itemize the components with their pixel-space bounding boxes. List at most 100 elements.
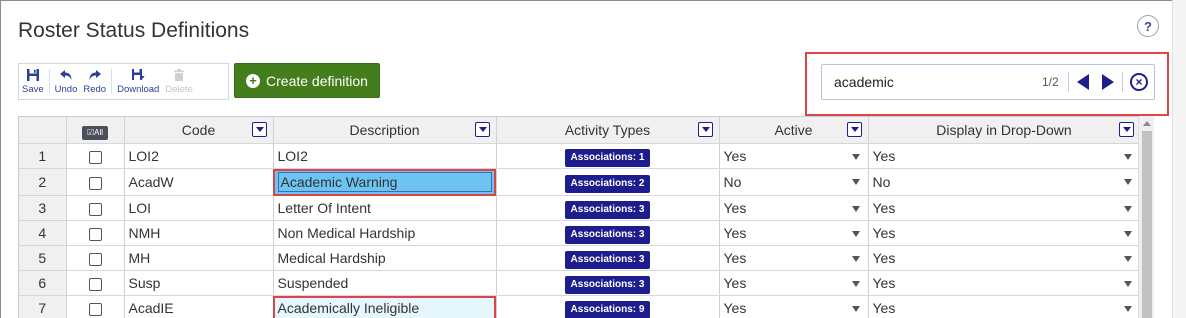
- description-cell[interactable]: Medical Hardship: [273, 245, 497, 271]
- active-select[interactable]: Yes: [719, 270, 869, 296]
- select-all-label: All: [94, 127, 104, 137]
- display-select[interactable]: No: [868, 168, 1141, 196]
- trash-icon: [174, 69, 185, 81]
- row-checkbox-cell: [66, 245, 125, 271]
- row-checkbox[interactable]: [88, 150, 102, 164]
- undo-label: Undo: [54, 84, 78, 95]
- undo-button[interactable]: Undo: [52, 64, 81, 99]
- row-checkbox[interactable]: [88, 227, 102, 241]
- delete-label: Delete: [165, 84, 193, 95]
- row-checkbox-cell: [66, 295, 125, 318]
- search-divider: [1068, 72, 1069, 92]
- filter-dropdown-icon[interactable]: [1118, 122, 1134, 137]
- column-header-display[interactable]: Display in Drop-Down: [868, 117, 1141, 144]
- column-header-description[interactable]: Description: [273, 117, 497, 144]
- associations-button[interactable]: Associations: 3: [564, 226, 651, 244]
- display-select[interactable]: Yes: [868, 270, 1141, 296]
- filter-dropdown-icon[interactable]: [697, 122, 713, 137]
- dropdown-arrow-icon: [1123, 206, 1132, 212]
- row-checkbox[interactable]: [88, 176, 102, 190]
- display-value: Yes: [872, 300, 896, 316]
- column-header-label: Description: [349, 122, 420, 138]
- row-checkbox[interactable]: [88, 302, 102, 316]
- filter-dropdown-icon[interactable]: [251, 122, 267, 137]
- description-cell-current-match[interactable]: Academic Warning: [273, 168, 497, 196]
- search-highlight-box: 1/2 ×: [805, 52, 1169, 116]
- search-match-count: 1/2: [1042, 75, 1059, 89]
- description-cell[interactable]: LOI2: [273, 143, 497, 169]
- display-select[interactable]: Yes: [868, 220, 1141, 246]
- description-cell[interactable]: Suspended: [273, 270, 497, 296]
- description-cell-match[interactable]: Academically Ineligible: [273, 295, 497, 318]
- code-cell[interactable]: AcadW: [124, 168, 274, 196]
- table-row: 2 AcadW Academic Warning Associations: 2…: [19, 168, 1141, 196]
- next-match-icon[interactable]: [1102, 74, 1114, 90]
- row-checkbox-cell: [66, 220, 125, 246]
- scroll-up-icon[interactable]: [1143, 121, 1151, 126]
- definitions-grid: ☑All Code Description Activity Types Act…: [18, 116, 1154, 318]
- active-select[interactable]: Yes: [719, 195, 869, 221]
- help-icon[interactable]: ?: [1137, 15, 1159, 37]
- clear-search-icon[interactable]: ×: [1130, 73, 1148, 91]
- column-header-code[interactable]: Code: [124, 117, 274, 144]
- dropdown-arrow-icon: [851, 179, 860, 185]
- active-select[interactable]: No: [719, 168, 869, 196]
- filter-dropdown-icon[interactable]: [846, 122, 862, 137]
- dropdown-arrow-icon: [1123, 179, 1132, 185]
- code-cell[interactable]: AcadIE: [124, 295, 274, 318]
- row-number: 2: [19, 168, 67, 196]
- code-cell[interactable]: MH: [124, 245, 274, 271]
- save-icon: [26, 69, 39, 81]
- active-select[interactable]: Yes: [719, 220, 869, 246]
- description-cell[interactable]: Letter Of Intent: [273, 195, 497, 221]
- redo-button[interactable]: Redo: [80, 64, 109, 99]
- column-header-activity-types[interactable]: Activity Types: [496, 117, 720, 144]
- code-cell[interactable]: NMH: [124, 220, 274, 246]
- active-select[interactable]: Yes: [719, 245, 869, 271]
- delete-button[interactable]: Delete: [162, 64, 195, 99]
- download-label: Download: [117, 84, 160, 95]
- active-select[interactable]: Yes: [719, 143, 869, 169]
- associations-button[interactable]: Associations: 3: [564, 251, 651, 269]
- code-cell[interactable]: Susp: [124, 270, 274, 296]
- display-select[interactable]: Yes: [868, 143, 1141, 169]
- save-label: Save: [22, 84, 44, 95]
- associations-button[interactable]: Associations: 9: [564, 301, 651, 318]
- description-text: Academic Warning: [277, 172, 492, 192]
- activity-types-cell: Associations: 1: [496, 143, 720, 169]
- row-number-header: [19, 117, 67, 144]
- active-value: Yes: [723, 300, 747, 316]
- window-edge: [1172, 0, 1186, 318]
- table-row: 4 NMH Non Medical Hardship Associations:…: [19, 220, 1141, 246]
- display-select[interactable]: Yes: [868, 295, 1141, 318]
- associations-button[interactable]: Associations: 1: [564, 149, 651, 167]
- display-select[interactable]: Yes: [868, 245, 1141, 271]
- associations-button[interactable]: Associations: 3: [564, 201, 651, 219]
- select-all-button[interactable]: ☑All: [82, 125, 108, 140]
- associations-button[interactable]: Associations: 2: [564, 175, 651, 193]
- code-cell[interactable]: LOI2: [124, 143, 274, 169]
- column-header-label: Activity Types: [564, 122, 651, 138]
- display-select[interactable]: Yes: [868, 195, 1141, 221]
- column-header-label: Code: [181, 122, 216, 138]
- row-checkbox[interactable]: [88, 277, 102, 291]
- active-value: Yes: [723, 200, 747, 216]
- scrollbar-thumb[interactable]: [1142, 131, 1152, 318]
- save-button[interactable]: Save: [19, 64, 47, 99]
- row-checkbox[interactable]: [88, 252, 102, 266]
- create-definition-button[interactable]: + Create definition: [234, 63, 380, 98]
- column-header-label: Display in Drop-Down: [936, 122, 1072, 138]
- description-cell[interactable]: Non Medical Hardship: [273, 220, 497, 246]
- vertical-scrollbar[interactable]: [1138, 116, 1154, 318]
- filter-dropdown-icon[interactable]: [474, 122, 490, 137]
- previous-match-icon[interactable]: [1077, 74, 1089, 90]
- column-header-active[interactable]: Active: [719, 117, 869, 144]
- create-definition-label: Create definition: [266, 72, 368, 89]
- row-checkbox[interactable]: [88, 202, 102, 216]
- associations-button[interactable]: Associations: 3: [564, 276, 651, 294]
- code-cell[interactable]: LOI: [124, 195, 274, 221]
- search-input[interactable]: [834, 72, 1014, 92]
- row-number: 5: [19, 245, 67, 271]
- active-select[interactable]: Yes: [719, 295, 869, 318]
- download-button[interactable]: Download: [114, 64, 162, 99]
